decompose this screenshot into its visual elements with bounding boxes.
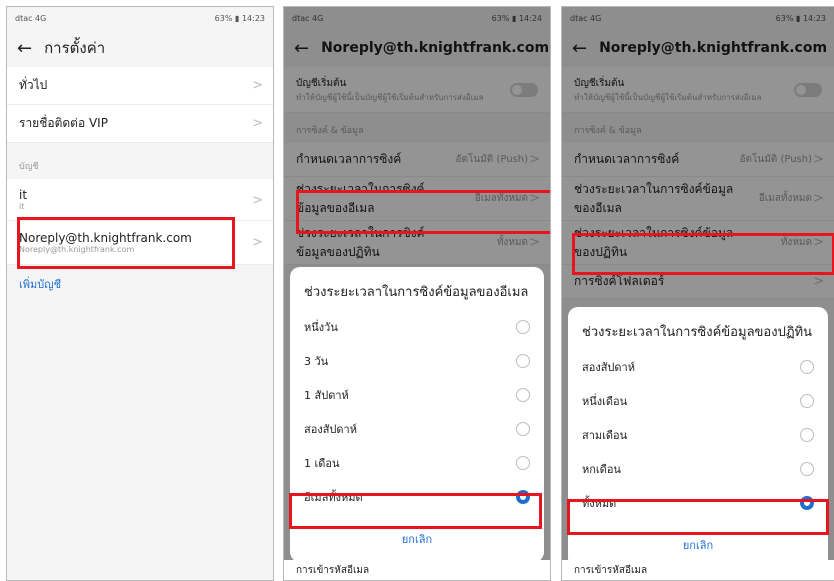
option-1-month[interactable]: หนึ่งเดือน [568, 384, 828, 418]
calendar-sync-period-dialog: ช่วงระยะเวลาในการซิงค์ข้อมูลของปฏิทิน สอ… [567, 307, 829, 568]
option-label: สองสัปดาห์ [582, 361, 635, 374]
chevron-right-icon: > [252, 235, 263, 250]
option-1-week[interactable]: 1 สัปดาห์ [290, 378, 544, 412]
option-label: อีเมลทั้งหมด [304, 491, 363, 504]
radio-button[interactable] [800, 394, 814, 408]
chevron-right-icon: > [252, 193, 263, 208]
option-1-month[interactable]: 1 เดือน [290, 446, 544, 480]
option-all-email[interactable]: อีเมลทั้งหมด [290, 480, 544, 514]
account-email: it [19, 202, 25, 211]
option-2-weeks[interactable]: สองสัปดาห์ [568, 350, 828, 384]
option-label: หนึ่งเดือน [582, 395, 628, 408]
account-email: Noreply@th.knightfrank.com [19, 245, 135, 254]
option-label: 1 สัปดาห์ [304, 389, 349, 402]
option-label: หกเดือน [582, 463, 621, 476]
email-sync-period-dialog: ช่วงระยะเวลาในการซิงค์ข้อมูลของอีเมล หนึ… [289, 267, 544, 562]
chevron-right-icon: > [252, 78, 263, 93]
back-arrow-icon[interactable]: ← [17, 38, 32, 59]
radio-button[interactable] [516, 456, 530, 470]
radio-button[interactable] [800, 462, 814, 476]
option-6-months[interactable]: หกเดือน [568, 452, 828, 486]
option-2-weeks[interactable]: สองสัปดาห์ [290, 412, 544, 446]
status-left: dtac 4G [15, 13, 47, 23]
dialog-title: ช่วงระยะเวลาในการซิงค์ข้อมูลของปฏิทิน [582, 325, 813, 340]
option-label: สองสัปดาห์ [304, 423, 357, 436]
account-settings-email-dialog: dtac 4G 63% ▮ 14:24 ← Noreply@th.knightf… [283, 6, 551, 581]
radio-button[interactable] [516, 354, 530, 368]
section-accounts: บัญชี [19, 162, 39, 172]
dialog-title: ช่วงระยะเวลาในการซิงค์ข้อมูลของอีเมล [304, 285, 529, 300]
option-label: หนึ่งวัน [304, 321, 338, 334]
account-item-it[interactable]: it it > [7, 179, 273, 221]
option-one-day[interactable]: หนึ่งวัน [290, 310, 544, 344]
settings-screen: dtac 4G 63% ▮ 14:23 ← การตั้งค่า ทั่วไป … [6, 6, 274, 581]
radio-button[interactable] [800, 360, 814, 374]
radio-button[interactable] [516, 422, 530, 436]
email-encryption-item[interactable]: การเข้ารหัสอีเมล [562, 560, 834, 580]
option-3-days[interactable]: 3 วัน [290, 344, 544, 378]
radio-button-selected[interactable] [516, 490, 530, 504]
radio-button-selected[interactable] [800, 496, 814, 510]
vip-label: รายชื่อติดต่อ VIP [19, 116, 108, 130]
account-item-noreply[interactable]: Noreply@th.knightfrank.com Noreply@th.kn… [7, 221, 273, 265]
email-encryption-item[interactable]: การเข้ารหัสอีเมล [284, 560, 550, 580]
radio-button[interactable] [800, 428, 814, 442]
chevron-right-icon: > [252, 116, 263, 131]
account-name: it [19, 188, 28, 202]
cancel-button[interactable]: ยกเลิก [290, 514, 544, 562]
option-label: สามเดือน [582, 429, 628, 442]
status-bar: dtac 4G 63% ▮ 14:23 [7, 7, 273, 29]
option-label: 1 เดือน [304, 457, 340, 470]
add-account-link[interactable]: เพิ่มบัญชี [7, 265, 273, 303]
radio-button[interactable] [516, 320, 530, 334]
account-settings-calendar-dialog: dtac 4G 63% ▮ 14:23 ← Noreply@th.knightf… [561, 6, 834, 581]
radio-button[interactable] [516, 388, 530, 402]
settings-item-vip[interactable]: รายชื่อติดต่อ VIP > [7, 105, 273, 143]
option-label: ทั้งหมด [582, 497, 617, 510]
option-all[interactable]: ทั้งหมด [568, 486, 828, 520]
option-3-months[interactable]: สามเดือน [568, 418, 828, 452]
header: ← การตั้งค่า [7, 29, 273, 67]
account-name: Noreply@th.knightfrank.com [19, 231, 192, 245]
settings-item-general[interactable]: ทั่วไป > [7, 67, 273, 105]
status-right: 63% ▮ 14:23 [214, 13, 265, 23]
page-title: การตั้งค่า [44, 39, 106, 57]
option-label: 3 วัน [304, 355, 329, 368]
general-label: ทั่วไป [19, 78, 48, 92]
